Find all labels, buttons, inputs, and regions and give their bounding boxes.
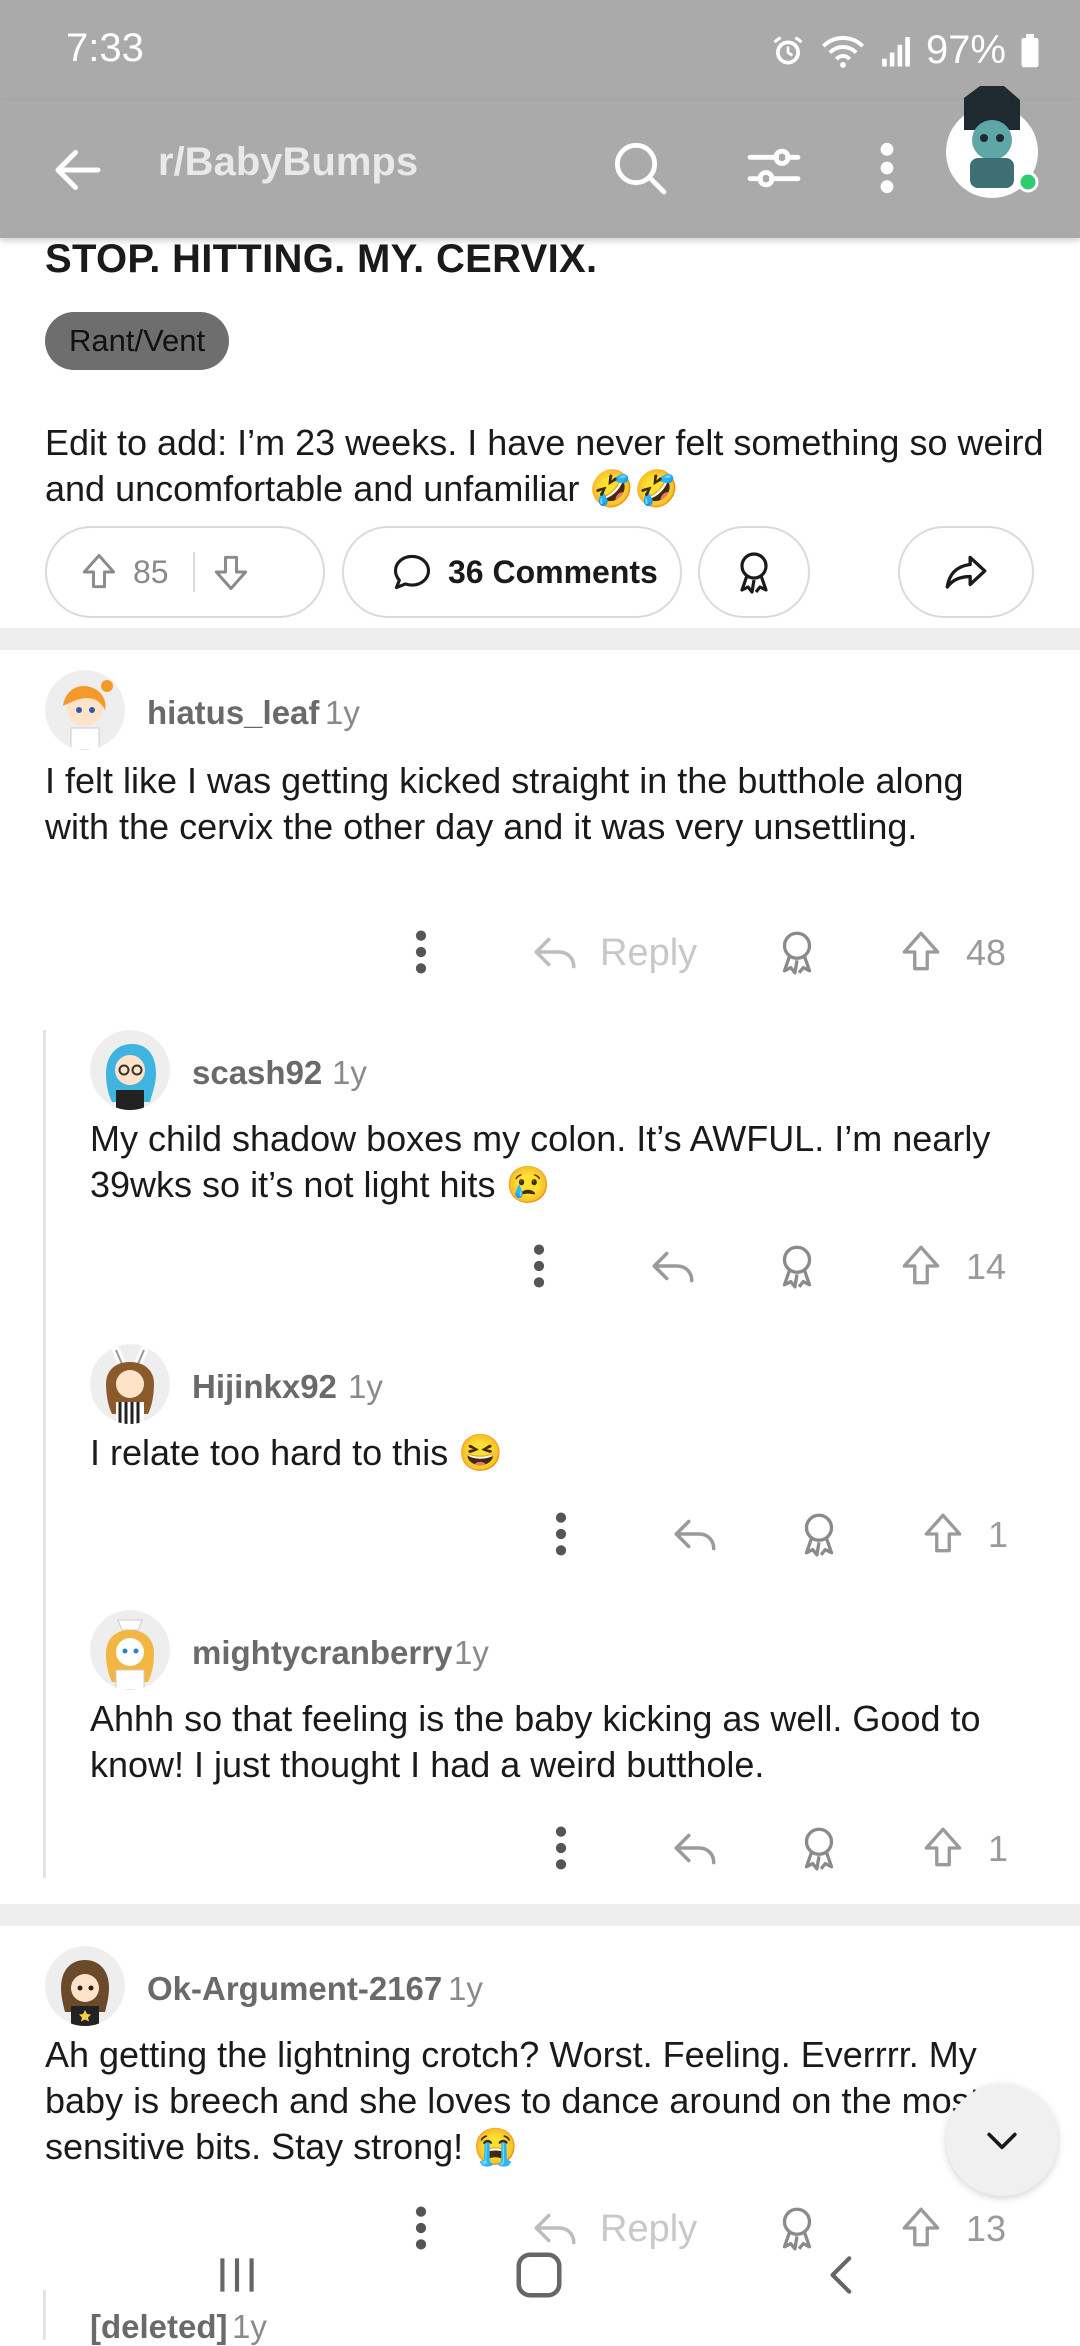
upvote-arrow-icon[interactable] [77,550,121,594]
comment-body: My child shadow boxes my colon. It’s AWF… [90,1118,991,1205]
comment-age: 1y [448,1970,483,2007]
section-separator [0,628,1080,650]
wifi-icon [820,33,866,69]
avatar[interactable] [45,1946,125,2026]
kebab-icon[interactable] [872,136,902,200]
comment-username[interactable]: mightycranberry [192,1634,452,1672]
alarm-icon [770,33,806,69]
comment-actions: 1 [0,1820,1080,1880]
comment-username[interactable]: hiatus_leaf [147,694,319,732]
share-button[interactable] [898,526,1034,618]
signal-icon [880,34,912,68]
post-vote-count: 85 [133,553,169,590]
award-ribbon-icon[interactable] [794,1506,844,1562]
comments-count-label: 36 Comments [448,553,658,590]
subreddit-name[interactable]: r/BabyBumps [158,140,418,185]
recents-icon[interactable] [212,2250,262,2300]
reply-arrow-icon[interactable] [670,1506,720,1562]
speech-bubble-icon [390,550,434,594]
upvote-arrow-icon[interactable] [896,924,946,980]
comment-age: 1y [325,694,360,731]
scroll-down-button[interactable] [946,2084,1058,2196]
award-ribbon-icon[interactable] [772,1238,822,1294]
comment-actions: 14 [0,1238,1080,1298]
kebab-icon[interactable] [546,1820,576,1876]
comment-vote-count: 1 [988,1514,1009,1555]
avatar[interactable] [90,1030,170,1110]
reply-arrow-icon[interactable] [648,1238,698,1294]
status-time: 7:33 [66,26,144,70]
chevron-down-icon [980,2118,1024,2162]
thread-line[interactable] [43,1030,46,1878]
comment-body: I felt like I was getting kicked straigh… [45,760,964,847]
status-bar: 7:33 97% [0,0,1080,100]
battery-icon [1020,33,1040,68]
comment-username[interactable]: scash92 [192,1054,322,1092]
nav-back-icon[interactable] [818,2250,868,2300]
kebab-icon[interactable] [406,924,436,980]
post-flair[interactable]: Rant/Vent [45,312,230,370]
kebab-icon[interactable] [546,1506,576,1562]
post-title: STOP. HITTING. MY. CERVIX. [45,237,598,281]
search-icon[interactable] [608,136,672,200]
award-ribbon-icon[interactable] [772,924,822,980]
comment-body: I relate too hard to this 😆 [90,1432,504,1473]
sort-filter-icon[interactable] [742,136,806,200]
comment-age: 1y [454,1634,489,1671]
avatar[interactable] [90,1344,170,1424]
award-ribbon-icon [730,548,778,596]
avatar[interactable] [90,1610,170,1690]
kebab-icon[interactable] [524,1238,554,1294]
subreddit-header: r/BabyBumps [0,86,1080,238]
reply-button[interactable]: Reply [600,932,697,975]
comment-body: Ahhh so that feeling is the baby kicking… [90,1698,981,1785]
post-body: Edit to add: I’m 23 weeks. I have never … [45,422,1044,509]
comment-actions: Reply 48 [0,924,1080,984]
downvote-arrow-icon[interactable] [209,550,253,594]
user-avatar[interactable] [944,78,1040,200]
comment-username[interactable]: Ok-Argument-2167 [147,1970,442,2008]
comment-body: Ah getting the lightning crotch? Worst. … [45,2034,980,2167]
avatar[interactable] [45,670,125,750]
comment-age: 1y [348,1368,383,1405]
arrow-left-icon[interactable] [48,140,108,200]
comment-vote-count: 14 [966,1246,1007,1287]
comment-username[interactable]: Hijinkx92 [192,1368,337,1406]
vote-divider [192,552,195,592]
system-nav-bar [0,2214,1080,2340]
award-button[interactable] [698,526,810,618]
award-ribbon-icon[interactable] [794,1820,844,1876]
post-vote-pill: 85 [45,526,325,618]
upvote-arrow-icon[interactable] [918,1820,968,1876]
section-separator [0,1904,1080,1926]
comment-age: 1y [332,1054,367,1091]
reply-arrow-icon[interactable] [530,924,580,980]
upvote-arrow-icon[interactable] [918,1506,968,1562]
home-icon[interactable] [512,2248,566,2302]
comment-vote-count: 1 [988,1828,1009,1869]
battery-percent: 97% [925,28,1006,72]
status-icons: 97% [770,28,1040,73]
upvote-arrow-icon[interactable] [896,1238,946,1294]
comments-button[interactable]: 36 Comments [342,526,682,618]
share-arrow-icon [941,547,991,597]
comment-vote-count: 48 [966,932,1007,973]
reply-arrow-icon[interactable] [670,1820,720,1876]
comment-actions: 1 [0,1506,1080,1566]
